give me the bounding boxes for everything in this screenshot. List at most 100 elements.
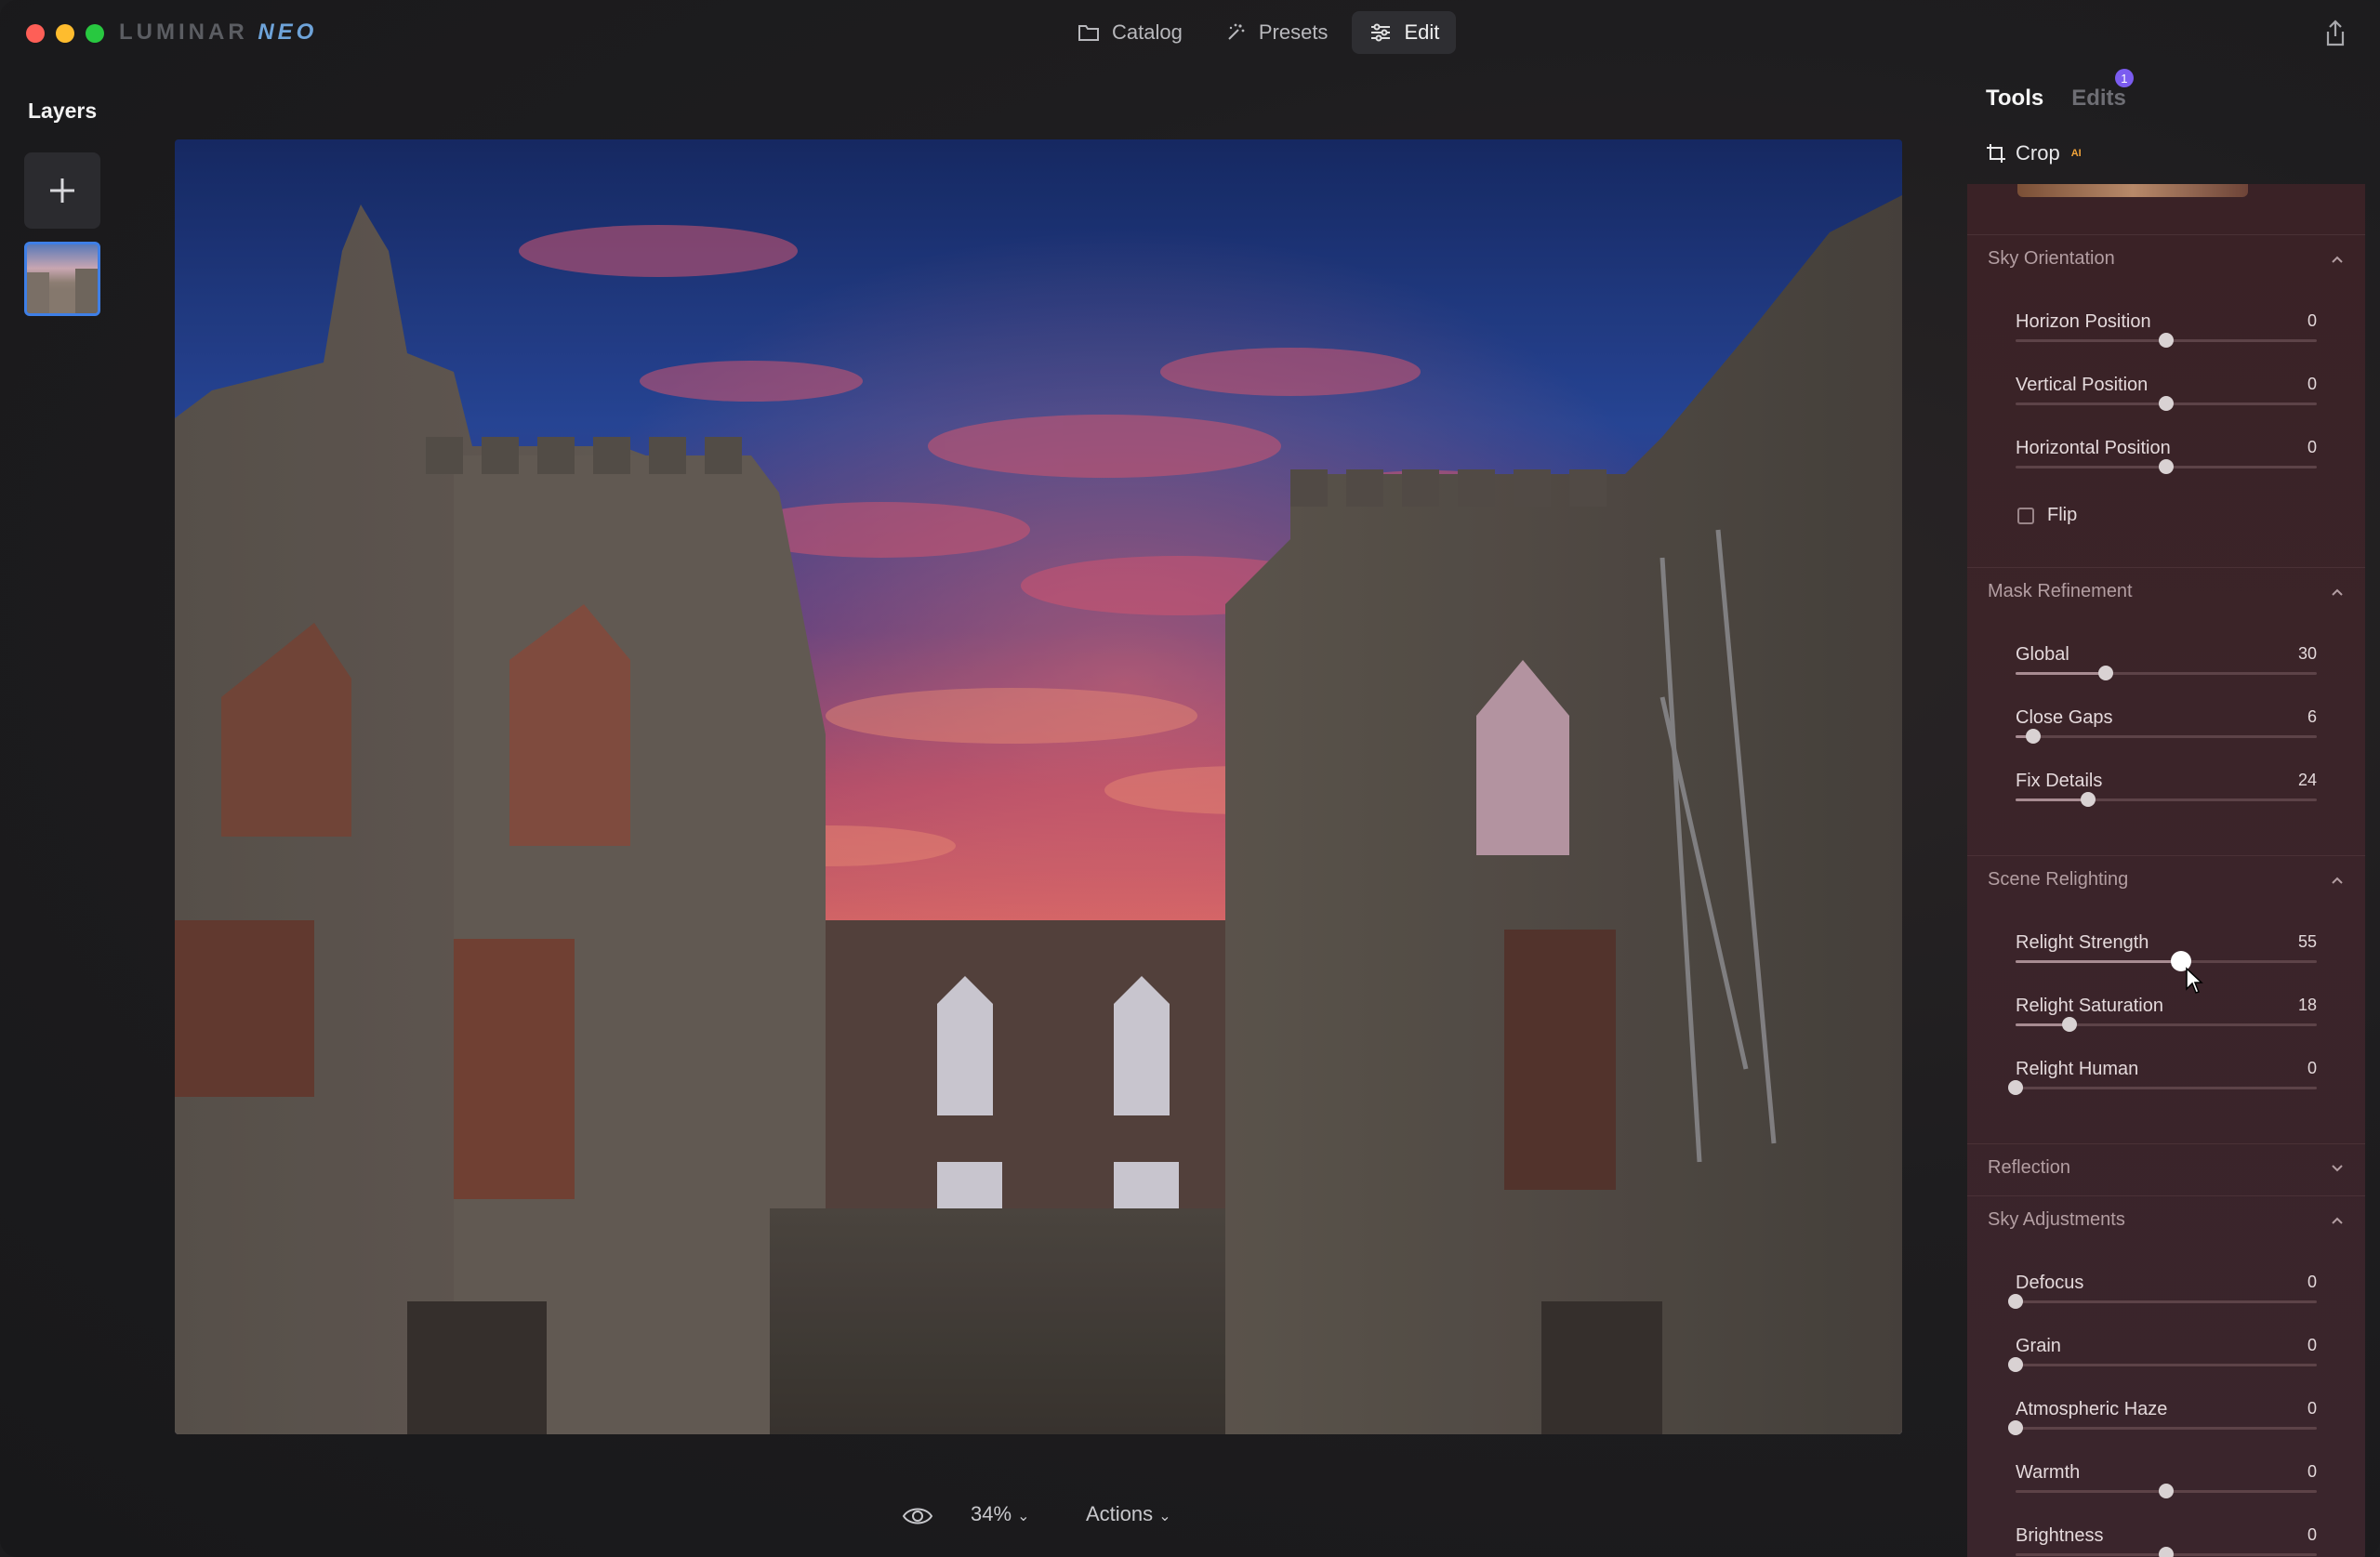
slider-value: 18 (2297, 996, 2317, 1014)
slider-track[interactable] (2016, 333, 2317, 348)
tab-tools[interactable]: Tools (1986, 86, 2043, 112)
actions-dropdown[interactable]: Actions ⌄ (1086, 1502, 1171, 1526)
edit-label: Edit (1404, 20, 1440, 44)
defocus-slider[interactable]: Defocus 0 (2008, 1273, 2317, 1328)
slider-handle[interactable] (2159, 333, 2174, 348)
relight-human-slider[interactable]: Relight Human 0 (2008, 1059, 2317, 1115)
relight-strength-slider[interactable]: Relight Strength 55 (2016, 932, 2317, 988)
slider-handle[interactable] (2080, 792, 2096, 807)
slider-label: Relight Saturation (2016, 996, 2163, 1016)
slider-value: 0 (2307, 1399, 2317, 1418)
brightness-slider[interactable]: Brightness 0 (2016, 1525, 2317, 1557)
ai-badge: AI (2070, 148, 2082, 159)
slider-track[interactable] (2008, 1357, 2317, 1372)
zoom-dropdown[interactable]: 34% ⌄ (971, 1502, 1030, 1526)
tools-panel[interactable]: Sky Orientation Horizon Position 0 Verti… (1967, 184, 2365, 1557)
scene-relighting-header[interactable]: Scene Relighting (1988, 869, 2128, 891)
grain-slider[interactable]: Grain 0 (2008, 1336, 2317, 1392)
slider-handle[interactable] (2008, 1357, 2023, 1372)
main-photo-canvas[interactable] (175, 139, 1902, 1434)
top-navigation: Catalog Presets Edit (1060, 11, 1457, 54)
checkbox-box[interactable] (2017, 507, 2034, 524)
slider-track[interactable] (2016, 459, 2317, 474)
slider-value: 6 (2307, 707, 2317, 726)
crop-tool-button[interactable]: Crop AI (1986, 141, 2082, 165)
layer-thumbnail[interactable] (24, 242, 100, 316)
slider-track[interactable] (2016, 396, 2317, 411)
slider-track[interactable] (2016, 1017, 2317, 1032)
eye-icon[interactable] (902, 1504, 933, 1528)
mask-refinement-header[interactable]: Mask Refinement (1988, 581, 2133, 602)
layer-thumbnail-image (27, 269, 98, 313)
horizontal-position-slider[interactable]: Horizontal Position 0 (2016, 438, 2317, 494)
slider-track[interactable] (2008, 1294, 2317, 1309)
slider-handle[interactable] (2159, 1547, 2174, 1557)
plus-icon (50, 178, 74, 203)
chevron-up-icon[interactable] (2330, 873, 2345, 888)
slider-value: 55 (2297, 932, 2317, 951)
slider-handle[interactable] (2159, 1484, 2174, 1498)
actions-label: Actions (1086, 1502, 1154, 1525)
slider-label: Global (2016, 644, 2069, 665)
horizon-position-slider[interactable]: Horizon Position 0 (2016, 311, 2317, 367)
add-layer-button[interactable] (24, 152, 100, 229)
slider-fill (2016, 798, 2088, 801)
share-icon[interactable] (2322, 19, 2348, 48)
slider-track[interactable] (2008, 1080, 2317, 1095)
close-window-button[interactable] (26, 24, 45, 43)
sky-adjustments-header[interactable]: Sky Adjustments (1988, 1209, 2125, 1231)
maximize-window-button[interactable] (86, 24, 104, 43)
slider-label: Grain (2016, 1336, 2061, 1356)
close-gaps-slider[interactable]: Close Gaps 6 (2016, 707, 2317, 763)
title-bar: LUMINAR NEO Catalog Presets Edit (0, 0, 2380, 67)
sky-orientation-header[interactable]: Sky Orientation (1988, 248, 2115, 270)
slider-handle[interactable] (2159, 396, 2174, 411)
catalog-tab[interactable]: Catalog (1060, 11, 1199, 54)
reflection-section: Reflection (1967, 1143, 2365, 1195)
slider-track[interactable] (2008, 1420, 2317, 1435)
warmth-slider[interactable]: Warmth 0 (2016, 1462, 2317, 1518)
slider-handle[interactable] (2008, 1420, 2023, 1435)
chevron-up-icon[interactable] (2330, 252, 2345, 267)
zoom-value: 34% (971, 1502, 1012, 1525)
slider-track[interactable] (2016, 1547, 2317, 1557)
slider-label: Brightness (2016, 1525, 2104, 1546)
reflection-header[interactable]: Reflection (1988, 1157, 2070, 1179)
slider-handle[interactable] (2008, 1080, 2023, 1095)
fix-details-slider[interactable]: Fix Details 24 (2016, 771, 2317, 826)
slider-handle[interactable] (2026, 729, 2042, 744)
slider-handle[interactable] (2062, 1017, 2078, 1032)
slider-track[interactable] (2016, 951, 2317, 971)
chevron-down-icon[interactable] (2330, 1161, 2345, 1176)
flip-checkbox[interactable]: Flip (2017, 505, 2077, 526)
vertical-position-slider[interactable]: Vertical Position 0 (2016, 375, 2317, 430)
slider-track[interactable] (2016, 666, 2317, 680)
flip-label: Flip (2047, 505, 2078, 525)
tab-edits[interactable]: Edits 1 (2071, 69, 2134, 112)
layers-title: Layers (28, 99, 98, 123)
global-slider[interactable]: Global 30 (2016, 644, 2317, 700)
slider-track[interactable] (2016, 1484, 2317, 1498)
chevron-down-icon: ⌄ (1017, 1509, 1030, 1524)
slider-value: 24 (2297, 771, 2317, 789)
mouse-cursor-icon (2186, 967, 2203, 994)
slider-track[interactable] (2016, 792, 2317, 807)
minimize-window-button[interactable] (56, 24, 74, 43)
tab-edits-label: Edits (2071, 86, 2126, 111)
chevron-up-icon[interactable] (2330, 1213, 2345, 1228)
chevron-up-icon[interactable] (2330, 585, 2345, 600)
edits-count-badge: 1 (2114, 69, 2134, 87)
presets-tab[interactable]: Presets (1207, 11, 1345, 54)
slider-handle[interactable] (2008, 1294, 2023, 1309)
slider-value: 0 (2307, 1273, 2317, 1291)
crop-icon (1987, 144, 2005, 163)
sky-orientation-section: Sky Orientation Horizon Position 0 Verti… (1967, 234, 2365, 567)
edit-tab[interactable]: Edit (1352, 11, 1457, 54)
slider-fill (2016, 960, 2182, 963)
slider-track[interactable] (2016, 729, 2317, 744)
relight-saturation-slider[interactable]: Relight Saturation 18 (2016, 996, 2317, 1051)
slider-handle[interactable] (2098, 666, 2114, 680)
slider-value: 0 (2307, 1336, 2317, 1354)
atmospheric-haze-slider[interactable]: Atmospheric Haze 0 (2008, 1399, 2317, 1455)
slider-handle[interactable] (2159, 459, 2174, 474)
